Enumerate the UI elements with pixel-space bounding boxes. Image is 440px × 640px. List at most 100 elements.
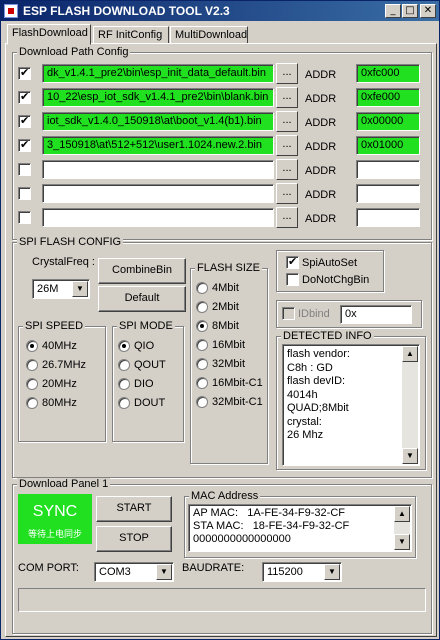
path-checkbox[interactable] <box>18 138 31 152</box>
addr-input[interactable]: 0x01000 <box>356 136 420 155</box>
chevron-down-icon[interactable]: ▼ <box>324 564 340 580</box>
detected-info-line: flash devID: <box>287 375 346 387</box>
default-button[interactable]: Default <box>98 286 186 312</box>
path-input[interactable] <box>42 184 274 203</box>
minimize-icon[interactable]: _ <box>385 4 401 18</box>
path-checkbox[interactable] <box>18 114 31 128</box>
addr-input[interactable]: 0xfc000 <box>356 64 420 83</box>
path-checkbox[interactable] <box>18 66 31 80</box>
spi-auto-set-label: SpiAutoSet <box>302 257 358 269</box>
radio-button[interactable] <box>196 377 208 389</box>
radio-button[interactable] <box>26 340 38 352</box>
tab-flashdownload[interactable]: FlashDownload <box>7 24 91 45</box>
addr-input[interactable]: 0x00000 <box>356 112 420 131</box>
tab-rf-initconfig[interactable]: RF InitConfig <box>93 26 169 44</box>
radio-label: 32Mbit-C1 <box>212 396 263 408</box>
radio-label: 16Mbit <box>212 339 246 351</box>
radio-button[interactable] <box>118 359 130 371</box>
radio-button[interactable] <box>26 359 38 371</box>
spi-speed-label: SPI SPEED <box>23 320 86 332</box>
radio-button[interactable] <box>118 340 130 352</box>
com-port-label: COM PORT: <box>18 562 79 574</box>
start-button[interactable]: START <box>96 496 172 522</box>
radio-button[interactable] <box>26 378 38 390</box>
addr-label: ADDR <box>305 69 337 81</box>
mac-address-text[interactable]: AP MAC: 1A-FE-34-F9-32-CF STA MAC: 18-FE-… <box>188 504 412 552</box>
radio-label: QIO <box>134 340 155 352</box>
addr-label: ADDR <box>305 117 337 129</box>
browse-button[interactable]: ... <box>276 183 298 204</box>
crystal-freq-select[interactable]: 26M ▼ <box>32 279 90 299</box>
detected-info-line: flash vendor: <box>287 348 350 360</box>
do-not-chg-bin-label: DoNotChgBin <box>302 274 370 286</box>
do-not-chg-bin-checkbox[interactable] <box>286 273 299 286</box>
detected-info-line: 26 Mhz <box>287 429 324 441</box>
download-path-label: Download Path Config <box>17 46 131 58</box>
browse-button[interactable]: ... <box>276 135 298 156</box>
path-input[interactable]: 10_22\esp_iot_sdk_v1.4.1_pre2\bin\blank.… <box>42 88 274 107</box>
stop-button[interactable]: STOP <box>96 526 172 552</box>
sync-status-text: SYNC <box>32 503 78 520</box>
chevron-down-icon[interactable]: ▼ <box>156 564 172 580</box>
path-checkbox[interactable] <box>18 187 31 200</box>
scroll-down-icon[interactable]: ▼ <box>402 448 418 464</box>
addr-input[interactable]: 0xfe000 <box>356 88 420 107</box>
browse-button[interactable]: ... <box>276 207 298 228</box>
maximize-icon[interactable]: □ <box>402 4 418 18</box>
path-checkbox[interactable] <box>18 163 31 176</box>
path-input[interactable]: 3_150918\at\512+512\user1.1024.new.2.bin <box>42 136 274 155</box>
idbind-input[interactable]: 0x <box>340 305 412 324</box>
detected-info-scrollbar[interactable]: ▲ ▼ <box>402 346 418 464</box>
radio-button[interactable] <box>118 378 130 390</box>
flashdownload-panel: Download Path Config dk_v1.4.1_pre2\bin\… <box>5 43 437 637</box>
download-panel-label: Download Panel 1 <box>17 478 111 490</box>
path-input[interactable] <box>42 160 274 179</box>
path-input[interactable]: dk_v1.4.1_pre2\bin\esp_init_data_default… <box>42 64 274 83</box>
baudrate-select[interactable]: 115200 ▼ <box>262 562 342 582</box>
scroll-up-icon[interactable]: ▲ <box>402 346 418 362</box>
addr-input[interactable] <box>356 160 420 179</box>
idbind-checkbox[interactable] <box>282 307 295 320</box>
radio-button[interactable] <box>196 320 208 332</box>
chevron-down-icon[interactable]: ▼ <box>72 281 88 297</box>
flash-size-label: FLASH SIZE <box>195 262 262 274</box>
mac-address-line: 0000000000000000 <box>193 533 291 545</box>
radio-button[interactable] <box>26 397 38 409</box>
baudrate-value: 115200 <box>267 566 303 578</box>
addr-input[interactable] <box>356 184 420 203</box>
close-icon[interactable]: ✕ <box>420 4 436 18</box>
detected-info-text[interactable]: flash vendor: C8h : GD flash devID: 4014h QU… <box>282 344 420 466</box>
com-port-select[interactable]: COM3 ▼ <box>94 562 174 582</box>
path-checkbox[interactable] <box>18 211 31 224</box>
detected-info-label: DETECTED INFO <box>281 330 374 342</box>
scroll-up-icon[interactable]: ▲ <box>394 506 410 522</box>
browse-button[interactable]: ... <box>276 111 298 132</box>
tab-multidownload[interactable]: MultiDownload <box>170 26 248 44</box>
app-icon <box>4 4 18 18</box>
title-bar[interactable]: ESP FLASH DOWNLOAD TOOL V2.3 _ □ ✕ <box>1 1 439 21</box>
radio-label: 8Mbit <box>212 320 239 332</box>
spi-flash-config-label: SPI FLASH CONFIG <box>17 236 124 248</box>
radio-button[interactable] <box>196 396 208 408</box>
radio-button[interactable] <box>196 282 208 294</box>
radio-label: 80MHz <box>42 397 77 409</box>
radio-button[interactable] <box>196 339 208 351</box>
path-checkbox[interactable] <box>18 90 31 104</box>
radio-label: 40MHz <box>42 340 77 352</box>
spi-auto-set-checkbox[interactable] <box>286 255 299 269</box>
addr-input[interactable] <box>356 208 420 227</box>
combine-bin-button[interactable]: CombineBin <box>98 258 186 284</box>
radio-label: 20MHz <box>42 378 77 390</box>
radio-button[interactable] <box>196 358 208 370</box>
crystal-freq-value: 26M <box>37 283 59 295</box>
browse-button[interactable]: ... <box>276 159 298 180</box>
radio-button[interactable] <box>118 397 130 409</box>
mac-address-scrollbar[interactable]: ▲ ▼ <box>394 506 410 550</box>
path-input[interactable] <box>42 208 274 227</box>
radio-label: DIO <box>134 378 154 390</box>
path-input[interactable]: iot_sdk_v1.4.0_150918\at\boot_v1.4(b1).b… <box>42 112 274 131</box>
radio-button[interactable] <box>196 301 208 313</box>
scroll-down-icon[interactable]: ▼ <box>394 534 410 550</box>
browse-button[interactable]: ... <box>276 87 298 108</box>
browse-button[interactable]: ... <box>276 63 298 84</box>
